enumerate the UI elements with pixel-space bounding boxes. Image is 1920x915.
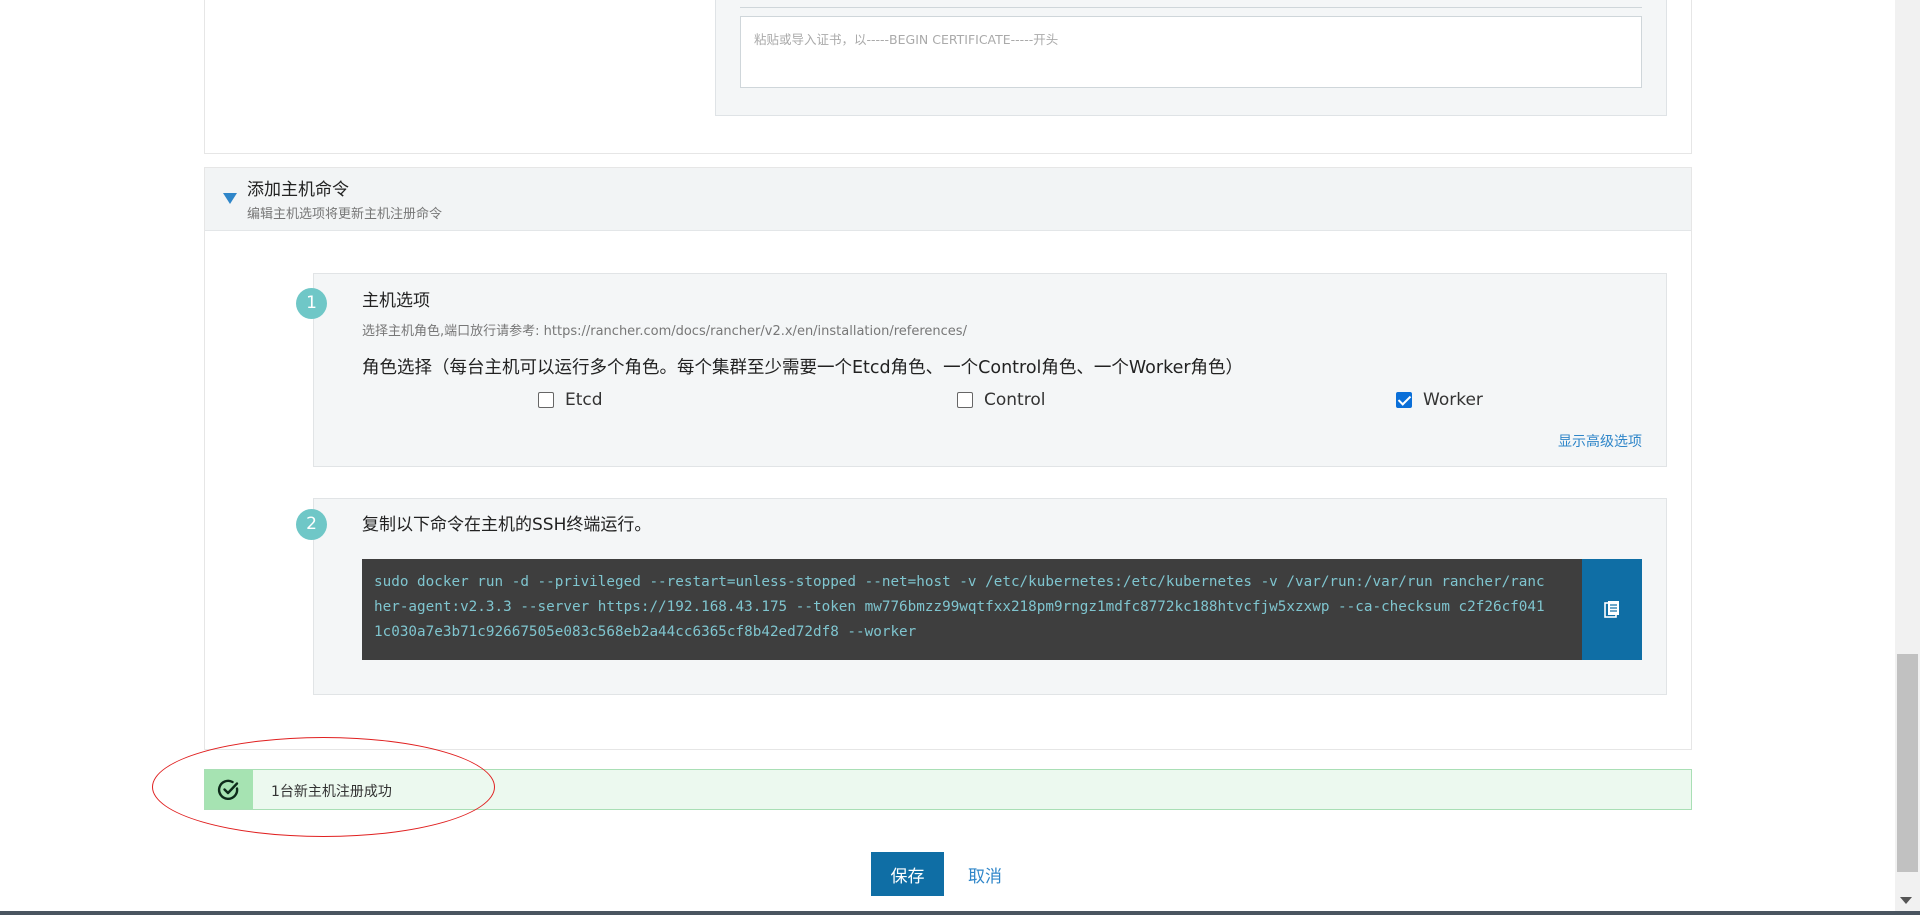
command-box: sudo docker run -d --privileged --restar… [362, 559, 1642, 660]
divider [740, 7, 1642, 8]
collapse-triangle-icon[interactable] [223, 193, 237, 204]
scrollbar-thumb[interactable] [1897, 654, 1918, 872]
certificate-input[interactable] [740, 16, 1642, 88]
role-selection-label: 角色选择（每台主机可以运行多个角色。每个集群至少需要一个Etcd角色、一个Con… [362, 358, 1244, 378]
add-host-command-section: 添加主机命令 编辑主机选项将更新主机注册命令 1 主机选项 选择主机角色,端口放… [204, 167, 1692, 750]
step-title: 复制以下命令在主机的SSH终端运行。 [362, 515, 652, 535]
save-button[interactable]: 保存 [871, 852, 944, 896]
step-number-badge: 1 [296, 288, 327, 319]
annotation-circle [152, 737, 495, 837]
checkbox-icon[interactable] [538, 392, 554, 408]
cancel-link[interactable]: 取消 [968, 862, 1002, 887]
checkbox-checked-icon[interactable] [1396, 392, 1412, 408]
accordion-header[interactable]: 添加主机命令 编辑主机选项将更新主机注册命令 [205, 168, 1691, 231]
role-label: Worker [1423, 390, 1483, 410]
role-control-checkbox[interactable]: Control [957, 390, 1045, 410]
bottom-bar [0, 911, 1920, 915]
step-number-badge: 2 [296, 509, 327, 540]
copy-command-button[interactable] [1582, 559, 1642, 660]
role-etcd-checkbox[interactable]: Etcd [538, 390, 603, 410]
scroll-down-arrow-icon[interactable] [1900, 897, 1912, 904]
clipboard-icon [1604, 601, 1619, 618]
host-options-step: 1 主机选项 选择主机角色,端口放行请参考: https://rancher.c… [296, 273, 1667, 467]
step-description: 选择主机角色,端口放行请参考: https://rancher.com/docs… [362, 324, 967, 339]
registration-command[interactable]: sudo docker run -d --privileged --restar… [374, 570, 1549, 645]
step-title: 主机选项 [362, 291, 430, 311]
role-worker-checkbox[interactable]: Worker [1396, 390, 1483, 410]
checkbox-icon[interactable] [957, 392, 973, 408]
certificate-panel [715, 0, 1667, 116]
section-title: 添加主机命令 [247, 180, 349, 200]
copy-command-step: 2 复制以下命令在主机的SSH终端运行。 sudo docker run -d … [296, 498, 1667, 695]
show-advanced-options-link[interactable]: 显示高级选项 [1558, 431, 1642, 451]
section-subtitle: 编辑主机选项将更新主机注册命令 [247, 207, 443, 222]
role-label: Etcd [565, 390, 603, 410]
role-label: Control [984, 390, 1046, 410]
